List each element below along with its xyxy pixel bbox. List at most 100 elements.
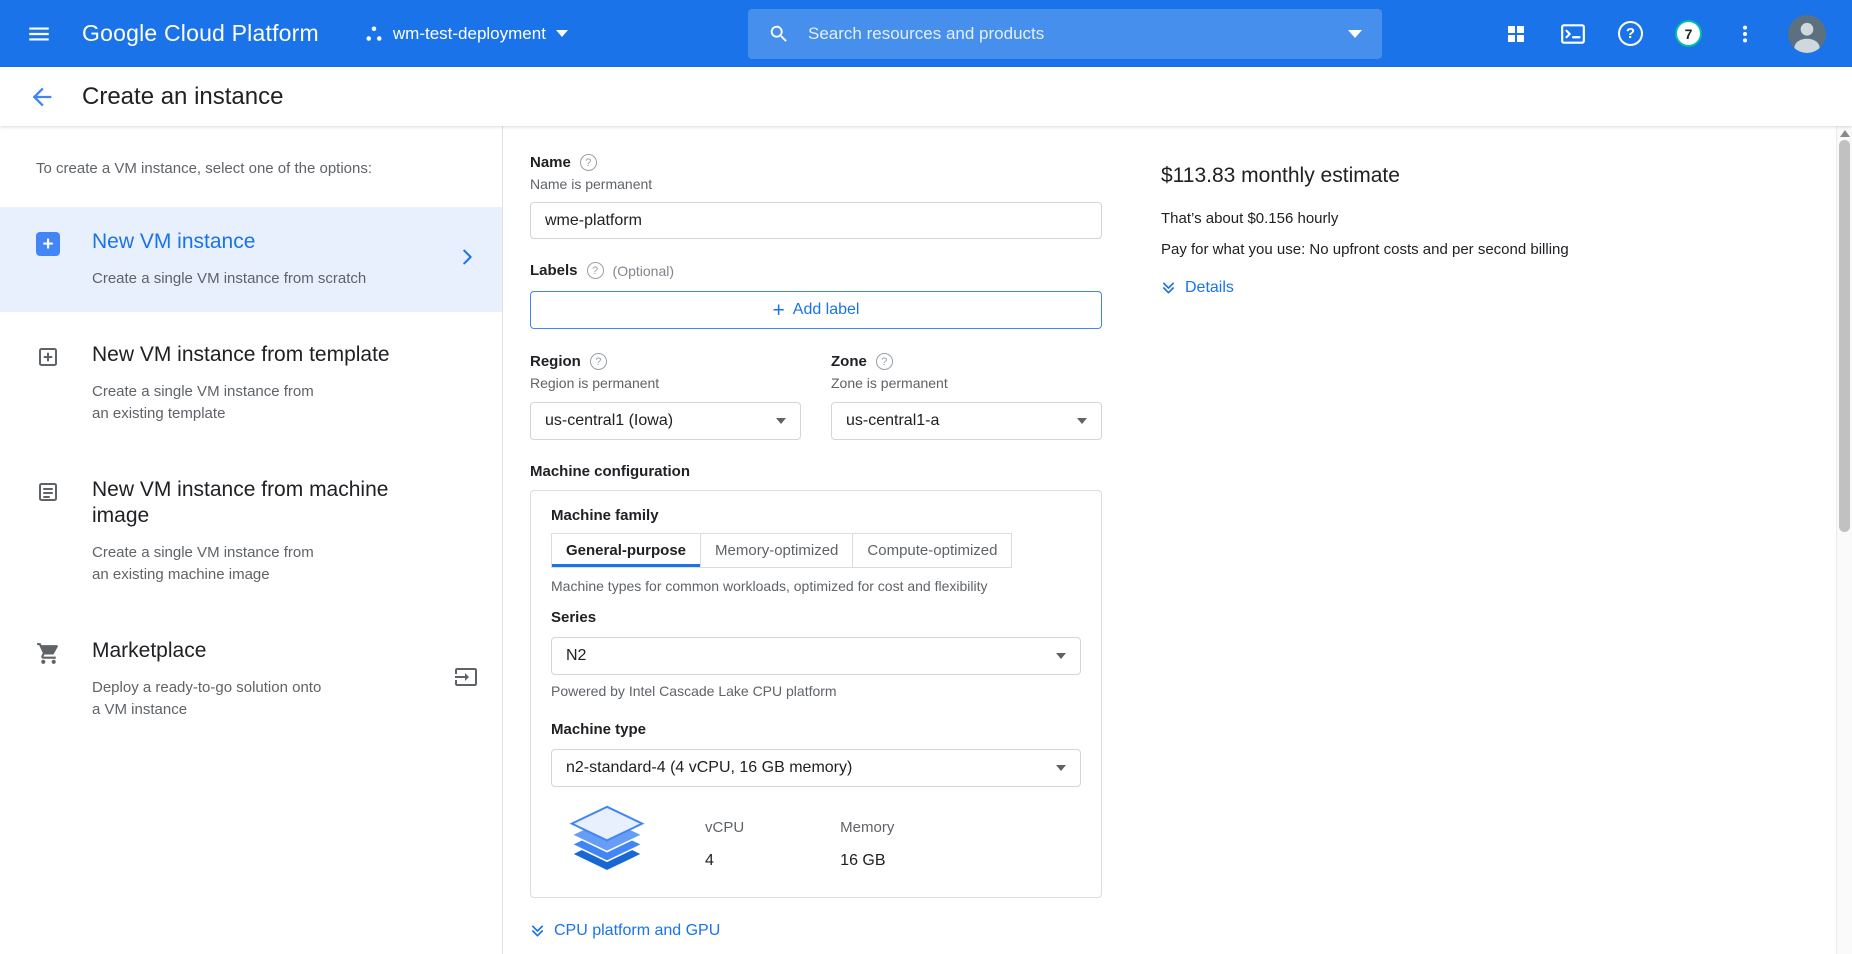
cart-icon-wrap — [36, 638, 66, 671]
estimate-details-row: Details — [1161, 279, 1601, 301]
notifications-button[interactable]: 7 — [1675, 20, 1702, 47]
cost-estimate-panel: $113.83 monthly estimate That’s about $0… — [1161, 126, 1601, 954]
machine-configuration-section: Machine configuration Machine family Gen… — [530, 463, 1102, 898]
project-dropdown-arrow-icon — [556, 30, 568, 37]
expand-more-icon — [1161, 280, 1176, 296]
series-note: Powered by Intel Cascade Lake CPU platfo… — [551, 683, 1081, 699]
account-avatar[interactable] — [1788, 15, 1826, 53]
vm-add-icon-wrap: + — [36, 229, 66, 256]
tab-memory-optimized[interactable]: Memory-optimized — [700, 533, 853, 568]
estimate-details-link[interactable]: Details — [1161, 279, 1234, 297]
name-help-icon[interactable]: ? — [580, 154, 597, 171]
series-label: Series — [551, 609, 1081, 626]
option-description: Create a single VM instance from an exis… — [92, 542, 332, 586]
series-field: Series N2 Powered by Intel Cascade Lake … — [551, 609, 1081, 699]
add-label-button[interactable]: + Add label — [530, 291, 1102, 329]
brand-title: Google Cloud Platform — [82, 20, 319, 47]
apps-grid-button[interactable] — [1504, 22, 1528, 46]
option-text: New VM instance Create a single VM insta… — [92, 229, 448, 290]
zone-help-icon[interactable]: ? — [876, 353, 893, 370]
sidebar-option-new-vm-from-template[interactable]: New VM instance from template Create a s… — [0, 320, 502, 447]
estimate-title: $113.83 monthly estimate — [1161, 164, 1601, 188]
option-title: New VM instance from template — [92, 342, 402, 368]
project-icon — [365, 25, 383, 43]
cpu-platform-gpu-link[interactable]: CPU platform and GPU — [530, 922, 720, 940]
machine-summary: vCPU 4 Memory 16 GB — [551, 803, 1081, 883]
cpu-platform-gpu-row: CPU platform and GPU — [530, 922, 1102, 944]
instance-form: Name ? Name is permanent Labels ? (Optio… — [530, 154, 1102, 954]
more-options-button[interactable] — [1734, 23, 1756, 45]
machine-type-label: Machine type — [551, 721, 1081, 738]
scrollbar-up-arrow-icon[interactable] — [1840, 130, 1850, 137]
machine-family-note: Machine types for common workloads, opti… — [551, 578, 1081, 594]
plus-icon: + — [773, 300, 785, 321]
machine-type-field: Machine type n2-standard-4 (4 vCPU, 16 G… — [551, 721, 1081, 787]
page-title-bar: Create an instance — [0, 67, 1852, 126]
vcpu-label: vCPU — [705, 819, 744, 836]
tab-general-purpose[interactable]: General-purpose — [551, 533, 701, 568]
region-help-icon[interactable]: ? — [590, 353, 607, 370]
search-input[interactable] — [808, 24, 1348, 44]
machine-family-label: Machine family — [551, 507, 1081, 524]
machine-image-icon-wrap — [36, 477, 66, 509]
notification-badge: 7 — [1675, 20, 1702, 47]
option-description: Deploy a ready-to-go solution onto a VM … — [92, 677, 332, 721]
hamburger-icon — [26, 21, 52, 47]
project-selector[interactable]: wm-test-deployment — [365, 24, 568, 44]
zone-select-value: us-central1-a — [846, 412, 939, 430]
search-bar[interactable] — [748, 9, 1382, 59]
option-text: Marketplace Deploy a ready-to-go solutio… — [92, 638, 446, 721]
help-icon: ? — [1618, 21, 1643, 46]
name-field: Name ? Name is permanent — [530, 154, 1102, 239]
cloud-shell-button[interactable] — [1560, 21, 1586, 47]
region-select[interactable]: us-central1 (Iowa) — [530, 402, 801, 440]
sidebar-option-new-vm-from-machine-image[interactable]: New VM instance from machine image Creat… — [0, 455, 502, 608]
labels-label: Labels — [530, 262, 578, 279]
search-icon — [768, 23, 790, 45]
terminal-icon — [1560, 21, 1586, 47]
estimate-billing-note: Pay for what you use: No upfront costs a… — [1161, 241, 1601, 258]
zone-select[interactable]: us-central1-a — [831, 402, 1102, 440]
zone-field: Zone ? Zone is permanent us-central1-a — [831, 353, 1102, 440]
back-button[interactable] — [28, 83, 56, 111]
hamburger-menu-button[interactable] — [26, 21, 52, 47]
content: To create a VM instance, select one of t… — [0, 126, 1852, 954]
machine-configuration-label: Machine configuration — [530, 463, 1102, 480]
chevron-right-icon — [456, 246, 478, 268]
vcpu-summary: vCPU 4 — [705, 805, 744, 870]
machine-configuration-card: Machine family General-purpose Memory-op… — [530, 490, 1102, 898]
scrollbar-thumb[interactable] — [1839, 140, 1850, 532]
sidebar-option-marketplace[interactable]: Marketplace Deploy a ready-to-go solutio… — [0, 616, 502, 743]
option-description: Create a single VM instance from an exis… — [92, 381, 332, 425]
option-description: Create a single VM instance from scratch — [92, 268, 392, 290]
shopping-cart-icon — [36, 641, 61, 666]
region-zone-row: Region ? Region is permanent us-central1… — [530, 353, 1102, 440]
tab-compute-optimized[interactable]: Compute-optimized — [852, 533, 1012, 568]
memory-label: Memory — [840, 819, 894, 836]
expand-more-icon — [530, 923, 545, 939]
labels-optional: (Optional) — [613, 263, 674, 279]
name-note: Name is permanent — [530, 176, 1102, 192]
page-title: Create an instance — [82, 83, 283, 111]
region-select-value: us-central1 (Iowa) — [545, 412, 673, 430]
help-button[interactable]: ? — [1618, 21, 1643, 46]
scrollbar[interactable] — [1836, 126, 1852, 954]
series-select[interactable]: N2 — [551, 637, 1081, 675]
search-dropdown-arrow-icon[interactable] — [1348, 30, 1362, 38]
option-chevron — [456, 246, 478, 273]
template-icon-wrap — [36, 342, 66, 374]
sidebar-intro: To create a VM instance, select one of t… — [0, 160, 502, 177]
estimate-hourly: That’s about $0.156 hourly — [1161, 210, 1601, 227]
header-actions: ? 7 — [1504, 15, 1826, 53]
sidebar-option-new-vm-instance[interactable]: + New VM instance Create a single VM ins… — [0, 207, 502, 312]
instance-name-input[interactable] — [530, 202, 1102, 239]
option-title: Marketplace — [92, 638, 402, 664]
machine-type-select-value: n2-standard-4 (4 vCPU, 16 GB memory) — [566, 759, 852, 777]
marketplace-launch — [454, 665, 478, 694]
machine-type-select[interactable]: n2-standard-4 (4 vCPU, 16 GB memory) — [551, 749, 1081, 787]
cpu-platform-gpu-link-text: CPU platform and GPU — [554, 922, 720, 940]
chevron-down-icon — [1056, 765, 1066, 771]
vm-add-icon: + — [36, 232, 60, 256]
project-name: wm-test-deployment — [393, 24, 546, 44]
labels-help-icon[interactable]: ? — [587, 262, 604, 279]
